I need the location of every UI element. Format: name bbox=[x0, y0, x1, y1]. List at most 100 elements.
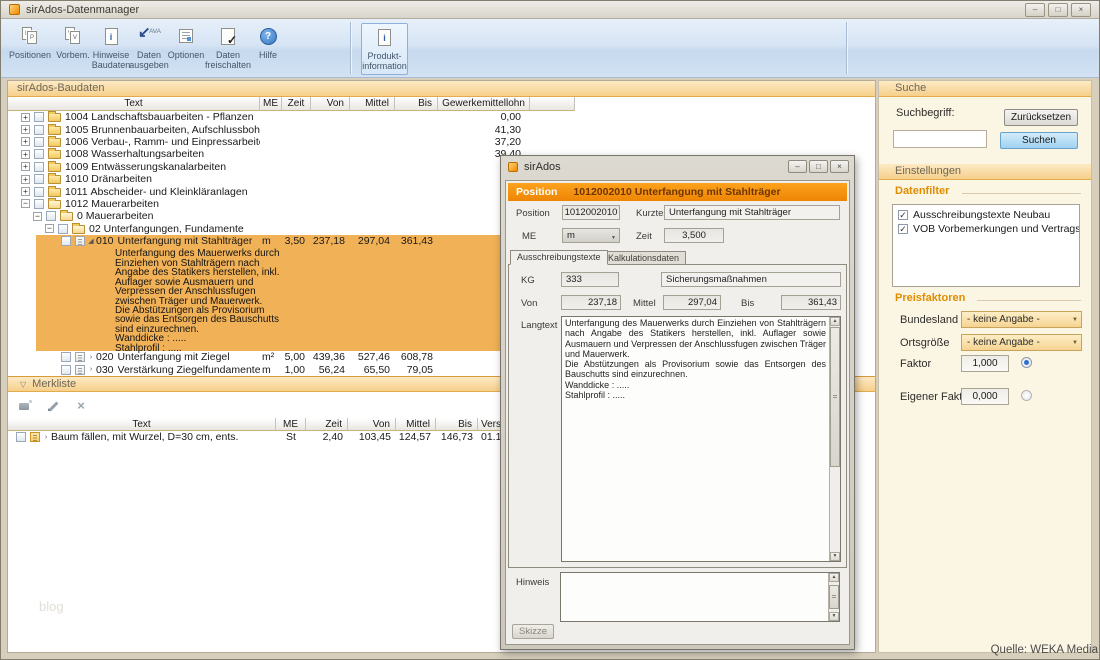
table-row[interactable]: + 1011 Abscheider- und Kleinkläranlagen bbox=[8, 185, 575, 197]
delete-icon[interactable] bbox=[74, 399, 88, 413]
eigener-faktor-input[interactable]: 0,000 bbox=[961, 388, 1009, 405]
hilfe-button[interactable]: ? Hilfe bbox=[251, 23, 285, 75]
von-field[interactable]: 237,18 bbox=[561, 295, 621, 310]
bis-field[interactable]: 361,43 bbox=[781, 295, 841, 310]
row-checkbox[interactable] bbox=[61, 352, 71, 362]
column-header-me[interactable]: ME bbox=[260, 97, 282, 111]
row-checkbox[interactable] bbox=[34, 112, 44, 122]
close-button[interactable]: × bbox=[1071, 3, 1091, 17]
filter-item[interactable]: ✓ Ausschreibungstexte Neubau bbox=[898, 208, 1079, 222]
filter-checkbox[interactable]: ✓ bbox=[898, 210, 908, 220]
expander-toggle[interactable]: − bbox=[21, 199, 30, 208]
table-row[interactable]: − 0 Mauerarbeiten bbox=[8, 210, 575, 222]
scroll-down-icon[interactable]: ▼ bbox=[829, 612, 839, 621]
table-row[interactable]: + 1006 Verbau-, Ramm- und Einpressarbeit… bbox=[8, 136, 575, 148]
datenfilter-listbox[interactable]: ✓ Ausschreibungstexte Neubau ✓ VOB Vorbe… bbox=[892, 204, 1080, 287]
expander-toggle[interactable]: + bbox=[21, 162, 30, 171]
row-checkbox[interactable] bbox=[34, 162, 44, 172]
collapsed-marker-icon[interactable]: › bbox=[88, 366, 94, 373]
bundesland-select[interactable]: - keine Angabe - bbox=[961, 311, 1082, 328]
scrollbar[interactable]: ▲ ▼ bbox=[828, 573, 839, 621]
hinweise-baudaten-button[interactable]: i Hinweise Baudaten bbox=[93, 23, 129, 75]
column-header-zeit[interactable]: Zeit bbox=[282, 97, 311, 111]
edit-icon[interactable] bbox=[46, 399, 60, 413]
kurztext-field[interactable]: Unterfangung mit Stahlträger bbox=[664, 205, 840, 220]
add-to-merkliste-icon[interactable] bbox=[18, 399, 32, 413]
scroll-down-icon[interactable]: ▼ bbox=[830, 552, 840, 561]
expander-toggle[interactable]: + bbox=[21, 137, 30, 146]
tab-kalkulationsdaten[interactable]: Kalkulationsdaten bbox=[601, 251, 686, 265]
column-header-von[interactable]: Von bbox=[348, 418, 396, 431]
filter-checkbox[interactable]: ✓ bbox=[898, 224, 908, 234]
merkliste-row[interactable]: › Baum fällen, mit Wurzel, D=30 cm, ents… bbox=[8, 431, 575, 443]
column-header-text[interactable]: Text bbox=[8, 97, 260, 111]
collapsed-marker-icon[interactable]: › bbox=[88, 354, 94, 361]
table-row[interactable]: + 1010 Dränarbeiten bbox=[8, 173, 575, 185]
faktor-radio[interactable] bbox=[1021, 357, 1032, 368]
produktinformation-button[interactable]: i Produkt- information bbox=[361, 23, 408, 75]
skizze-button[interactable]: Skizze bbox=[512, 624, 554, 639]
close-button[interactable]: × bbox=[830, 160, 849, 173]
row-checkbox[interactable] bbox=[58, 224, 68, 234]
table-row[interactable]: − 02 Unterfangungen, Fundamente bbox=[8, 223, 575, 235]
column-header-bis[interactable]: Bis bbox=[436, 418, 478, 431]
row-checkbox[interactable] bbox=[61, 365, 71, 375]
minimize-button[interactable]: – bbox=[788, 160, 807, 173]
scroll-up-icon[interactable]: ▲ bbox=[829, 573, 839, 582]
suche-section-header[interactable]: Suche bbox=[879, 81, 1091, 97]
kg-field[interactable]: 333 bbox=[561, 272, 619, 287]
row-checkbox[interactable] bbox=[61, 236, 71, 246]
table-row[interactable]: + 1004 Landschaftsbauarbeiten - Pflanzen… bbox=[8, 111, 575, 123]
row-checkbox[interactable] bbox=[34, 174, 44, 184]
column-header-mittel[interactable]: Mittel bbox=[396, 418, 436, 431]
collapsed-marker-icon[interactable]: › bbox=[43, 434, 49, 441]
langtext-textarea[interactable]: Unterfangung des Mauerwerks durch Einzie… bbox=[561, 316, 841, 562]
column-header-me[interactable]: ME bbox=[276, 418, 306, 431]
maximize-button[interactable]: □ bbox=[809, 160, 828, 173]
table-row-selected[interactable]: ◢ 010 Unterfangung mit Stahlträger m 3,5… bbox=[8, 235, 575, 247]
suchen-button[interactable]: Suchen bbox=[1000, 132, 1078, 149]
table-row[interactable]: › 030 Verstärkung Ziegelfundamente mit m… bbox=[8, 364, 575, 376]
minimize-button[interactable]: – bbox=[1025, 3, 1045, 17]
mittel-field[interactable]: 297,04 bbox=[663, 295, 721, 310]
ortsgroesse-select[interactable]: - keine Angabe - bbox=[961, 334, 1082, 351]
row-checkbox[interactable] bbox=[34, 137, 44, 147]
table-row[interactable]: › 020 Unterfangung mit Ziegel m² 5,00 43… bbox=[8, 351, 575, 363]
collapse-triangle-icon[interactable]: ▽ bbox=[20, 377, 26, 392]
column-header-mittel[interactable]: Mittel bbox=[350, 97, 395, 111]
daten-freischalten-button[interactable]: ✓ Daten freischalten bbox=[205, 23, 251, 75]
row-checkbox[interactable] bbox=[34, 187, 44, 197]
hinweis-textarea[interactable]: ▲ ▼ bbox=[560, 572, 840, 622]
column-header-text[interactable]: Text bbox=[8, 418, 276, 431]
expander-toggle[interactable]: − bbox=[45, 224, 54, 233]
expander-toggle[interactable]: + bbox=[21, 125, 30, 134]
daten-ausgeben-button[interactable]: AVA↙ Daten ausgeben bbox=[129, 23, 169, 75]
expander-toggle[interactable]: + bbox=[21, 175, 30, 184]
zeit-field[interactable]: 3,500 bbox=[664, 228, 724, 243]
scroll-up-icon[interactable]: ▲ bbox=[830, 317, 840, 326]
expander-toggle[interactable]: + bbox=[21, 187, 30, 196]
row-checkbox[interactable] bbox=[16, 432, 26, 442]
expander-toggle[interactable]: + bbox=[21, 150, 30, 159]
column-header-gewerkemittellohn[interactable]: Gewerkemittellohn bbox=[438, 97, 530, 111]
row-checkbox[interactable] bbox=[46, 211, 56, 221]
table-row[interactable]: + 1008 Wasserhaltungsarbeiten 39,40 bbox=[8, 148, 575, 160]
scrollbar[interactable]: ▲ ▼ bbox=[829, 317, 840, 561]
search-input[interactable] bbox=[893, 130, 987, 148]
position-field[interactable]: 1012002010 bbox=[562, 205, 620, 220]
zuruecksetzen-button[interactable]: Zurücksetzen bbox=[1004, 109, 1078, 126]
column-header-zeit[interactable]: Zeit bbox=[306, 418, 348, 431]
expander-toggle[interactable]: + bbox=[21, 113, 30, 122]
tab-ausschreibungstexte[interactable]: Ausschreibungstexte bbox=[510, 250, 608, 265]
column-header-bis[interactable]: Bis bbox=[395, 97, 438, 111]
optionen-button[interactable]: Optionen bbox=[167, 23, 205, 75]
table-row[interactable]: − 1012 Mauerarbeiten bbox=[8, 198, 575, 210]
kg-name-field[interactable]: Sicherungsmaßnahmen bbox=[661, 272, 841, 287]
positionen-button[interactable]: PP Positionen bbox=[7, 23, 53, 75]
table-row[interactable]: + 1005 Brunnenbauarbeiten, Aufschlussboh… bbox=[8, 123, 575, 135]
me-select[interactable]: m bbox=[562, 228, 620, 243]
faktor-input[interactable]: 1,000 bbox=[961, 355, 1009, 372]
maximize-button[interactable]: □ bbox=[1048, 3, 1068, 17]
expanded-marker-icon[interactable]: ◢ bbox=[88, 237, 94, 245]
row-checkbox[interactable] bbox=[34, 149, 44, 159]
